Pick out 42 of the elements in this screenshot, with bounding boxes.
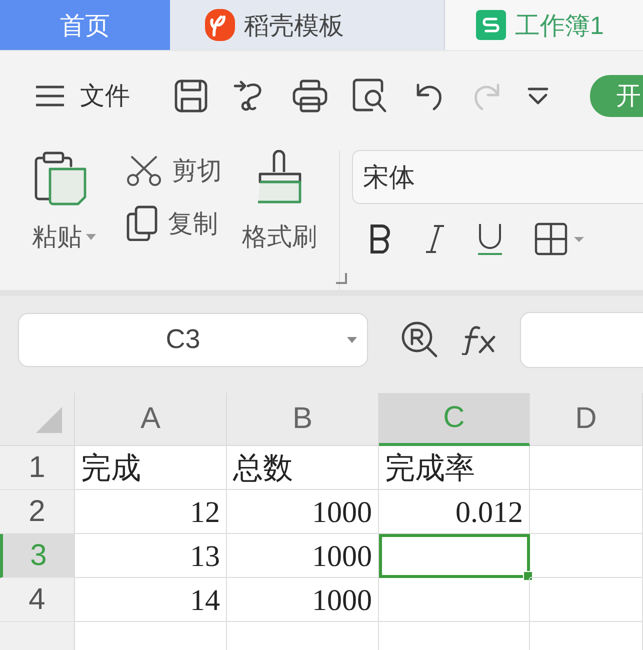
column-header[interactable]: B [227, 393, 379, 446]
format-painter-button[interactable]: 格式刷 [242, 150, 317, 253]
scissors-icon [126, 154, 162, 186]
caret-icon [347, 336, 357, 342]
cut-button[interactable]: 剪切 [126, 154, 222, 187]
file-menu-button[interactable]: 文件 [34, 79, 130, 112]
border-grid-icon[interactable] [534, 222, 584, 256]
table-cell: 完成率 [379, 446, 530, 490]
table-cell: 12 [75, 490, 227, 534]
table-cell: 14 [75, 578, 227, 622]
spreadsheet-logo-icon [475, 9, 507, 41]
zoom-icon[interactable] [400, 320, 440, 360]
print-icon[interactable] [292, 78, 328, 112]
name-box-field[interactable]: C3 [18, 312, 368, 366]
copy-icon [126, 205, 158, 241]
tab[interactable]: 稻壳模板 [170, 0, 445, 50]
table-cell: 1000 [227, 490, 379, 534]
leaf-logo-icon [204, 8, 236, 42]
copy-button[interactable]: 复制 [126, 205, 222, 241]
column-header[interactable]: D [530, 393, 643, 446]
table-cell: 总数 [227, 446, 379, 490]
caret-icon [86, 234, 96, 240]
table-cell: 1000 [227, 534, 379, 578]
dialog-launcher-icon[interactable] [335, 272, 347, 284]
row-header[interactable]: 4 [0, 578, 75, 622]
table-cell: 0.012 [379, 490, 530, 534]
menu-icon [34, 84, 66, 108]
underline-icon[interactable] [476, 222, 504, 256]
italic-icon[interactable] [424, 224, 446, 254]
column-header[interactable]: A [75, 393, 227, 446]
table-cell: 1000 [227, 578, 379, 622]
row-header[interactable]: 1 [0, 446, 75, 490]
formula-field[interactable] [520, 312, 643, 368]
save-icon[interactable] [174, 78, 208, 112]
table-cell: 完成 [75, 446, 227, 490]
fill-handle[interactable] [523, 571, 533, 581]
row-header[interactable]: 2 [0, 490, 75, 534]
paste-button[interactable]: 粘贴 [24, 150, 104, 253]
font-name-field[interactable]: 宋体 [352, 150, 643, 204]
table-cell: 13 [75, 534, 227, 578]
dropdown-icon[interactable] [526, 86, 550, 106]
table-cell[interactable] [379, 534, 530, 578]
